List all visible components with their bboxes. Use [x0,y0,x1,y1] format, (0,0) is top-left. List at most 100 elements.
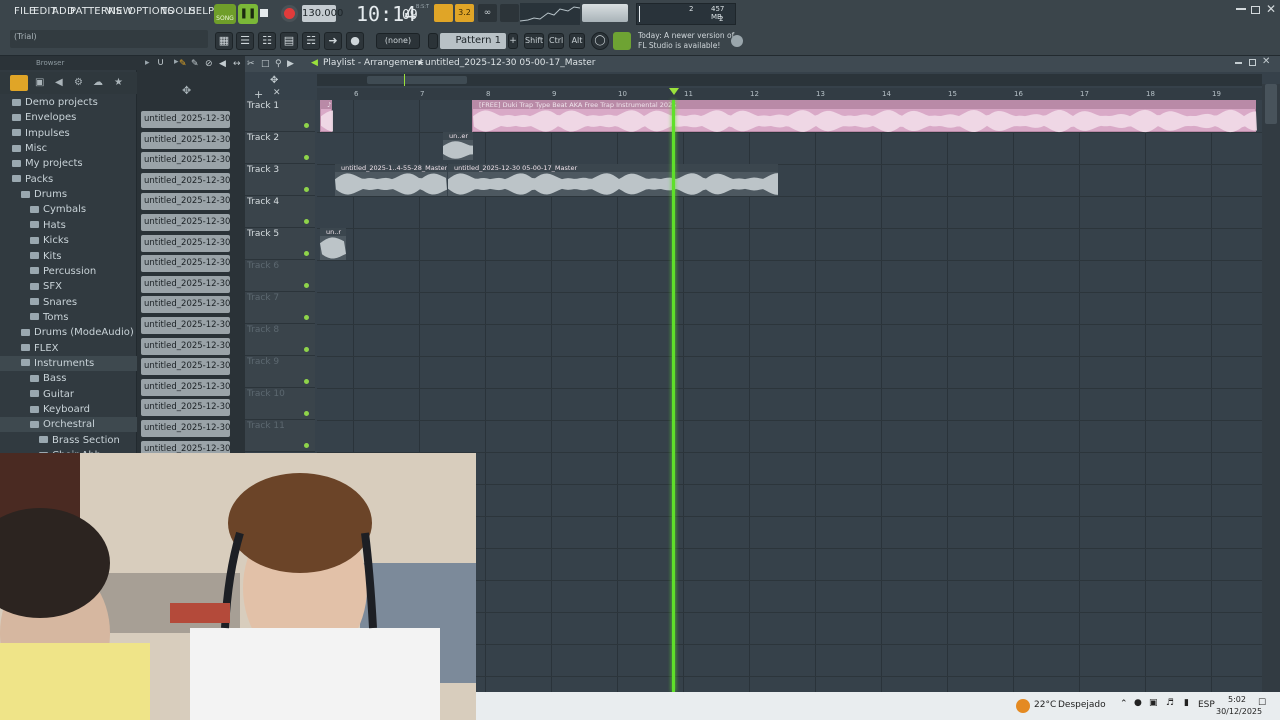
tempo-display[interactable]: 130.000 [302,5,343,22]
channel-button[interactable]: untitled_2025-12-30 04-... [141,420,230,437]
track-mute-led[interactable] [304,219,309,224]
slice-tool-icon[interactable]: ✂ [247,59,255,69]
maximize-icon[interactable] [1251,6,1260,14]
channel-button[interactable]: untitled_2025-12-30 04-... [141,111,230,128]
browser-item[interactable]: SFX [0,279,137,294]
network-icon[interactable]: ▣ [1149,698,1158,708]
track-mute-led[interactable] [304,123,309,128]
track-mute-led[interactable] [304,283,309,288]
clock-date[interactable]: 30/12/2025 [1216,707,1262,716]
browser-file-icon[interactable]: ▣ [35,77,44,88]
audio-clip[interactable]: un..er [443,132,473,160]
browser-item[interactable]: Packs [0,172,137,187]
weather-text[interactable]: Despejado [1058,700,1106,710]
channel-button[interactable]: untitled_2025-12-30 04-... [141,399,230,417]
channel-button[interactable]: untitled_2025-12-30 04-... [141,255,230,273]
song-mode-toggle[interactable]: SONG [214,4,236,24]
battery-icon[interactable]: ▮ [1184,698,1189,708]
browser-item[interactable]: Drums [0,187,137,202]
playlist-icon[interactable]: ☰ [236,32,254,50]
playlist-song-name[interactable]: untitled_2025-12-30 05-00-17_Master [425,58,595,68]
blend-notes-icon[interactable] [500,4,519,22]
microphone-icon[interactable]: ● [346,32,364,50]
browser-item[interactable]: Cymbals [0,202,137,217]
browser-item[interactable]: Kicks [0,233,137,248]
paint-tool-icon[interactable]: ✎ [191,59,199,69]
slip-tool-icon[interactable]: ↔ [233,59,241,69]
loop-record-icon[interactable]: ∞ [478,4,497,22]
notification-icon[interactable]: ☐ [1258,698,1266,708]
record-button[interactable] [281,5,298,22]
snap-select[interactable]: (none) [376,33,420,49]
mic-tray-icon[interactable]: ● [1134,698,1142,708]
playlist-maximize-icon[interactable] [1249,59,1256,66]
browser-item[interactable]: Kits [0,249,137,264]
channel-button[interactable]: untitled_2025-12-30 04-... [141,152,230,170]
scroll-thumb[interactable] [367,76,467,84]
audio-clip[interactable]: untitled_2025-1..4-55-28_Master [335,164,447,196]
audio-clip[interactable]: [FREE] Duki Trap Type Beat AKA Free Trap… [472,100,1257,133]
news-line-2[interactable]: FL Studio is available! [638,41,720,50]
track-header[interactable]: Track 6 [245,260,315,292]
playlist-close-icon[interactable]: ✕ [1262,56,1270,67]
countdown-icon[interactable]: 3.2 [455,4,474,22]
browser-item[interactable]: My projects [0,156,137,171]
track-header[interactable]: Track 2 [245,132,315,164]
clock-time[interactable]: 5:02 [1228,695,1246,704]
browser-all-icon[interactable] [10,75,28,91]
browser-item[interactable]: Toms [0,310,137,325]
remove-track-icon[interactable]: ✕ [273,88,281,98]
news-icon[interactable] [613,32,631,50]
track-mute-led[interactable] [304,187,309,192]
close-icon[interactable]: ✕ [1266,2,1276,16]
playback-tool-icon[interactable]: ▶ [287,59,294,69]
browser-item[interactable]: Misc [0,141,137,156]
channel-button[interactable]: untitled_2025-12-30 04-... [141,234,230,252]
time-ruler[interactable]: 6 7 8 9 10 11 12 13 14 15 16 17 18 19 [317,88,1262,100]
track-header[interactable]: Track 4 [245,196,315,228]
track-mute-led[interactable] [304,315,309,320]
browser-item[interactable]: Instruments [0,355,137,371]
track-mute-led[interactable] [304,347,309,352]
channel-button[interactable]: untitled_2025-12-30 04-... [141,358,230,376]
temperature[interactable]: 22°C [1034,700,1056,710]
track-mute-led[interactable] [304,251,309,256]
audio-clip[interactable]: un..r [320,228,346,260]
browser-item[interactable]: Brass Section [0,433,137,448]
volume-icon[interactable]: ♬ [1166,698,1174,708]
minimize-icon[interactable] [1236,8,1246,10]
globe-icon[interactable] [731,35,743,47]
browser-item[interactable]: FLEX [0,341,137,356]
browser-item[interactable]: Drums (ModeAudio) [0,325,137,340]
add-pattern-button[interactable]: + [508,33,518,49]
alt-key-button[interactable]: Alt [569,33,585,49]
track-mute-led[interactable] [304,379,309,384]
cloud-icon[interactable]: ☁ [93,77,103,88]
channel-button[interactable]: untitled_2025-12-30 04-... [141,172,230,190]
magnet-icon[interactable]: ∪ [157,57,164,68]
track-header[interactable]: Track 9 [245,356,315,388]
browser-item[interactable]: Impulses [0,126,137,141]
mute-tool-icon[interactable]: ◀ [219,59,226,69]
browser-item[interactable]: Hats [0,218,137,233]
play-header-icon[interactable]: ▸ [174,57,179,67]
favorites-icon[interactable]: ★ [114,77,123,88]
horizontal-scroll-strip[interactable] [317,74,1262,86]
channel-button[interactable]: untitled_2025-12-30 04-... [141,378,230,396]
channel-button[interactable]: untitled_2025-12-30 04-... [141,337,230,355]
track-header[interactable]: Track 1 [245,100,315,132]
language-indicator[interactable]: ESP [1198,700,1215,710]
browser-item[interactable]: Guitar [0,387,137,402]
track-header[interactable]: Track 7 [245,292,315,324]
select-tool-icon[interactable]: □ [261,59,270,69]
audio-clip[interactable]: ♪ [320,100,333,132]
draw-tool-icon[interactable]: ✎ [179,59,187,69]
zoom-arrows-icon[interactable]: ✥ [270,75,278,86]
playhead-marker[interactable] [669,88,679,95]
metronome-icon[interactable] [434,4,453,22]
channel-button[interactable]: untitled_2025-12-30 04-... [141,296,230,314]
channel-button[interactable]: untitled_2025-12-30 04-... [141,275,230,293]
track-mute-led[interactable] [304,411,309,416]
channel-rack-icon[interactable]: ▤ [280,32,298,50]
channel-button[interactable]: untitled_2025-12-30 04-... [141,131,230,149]
